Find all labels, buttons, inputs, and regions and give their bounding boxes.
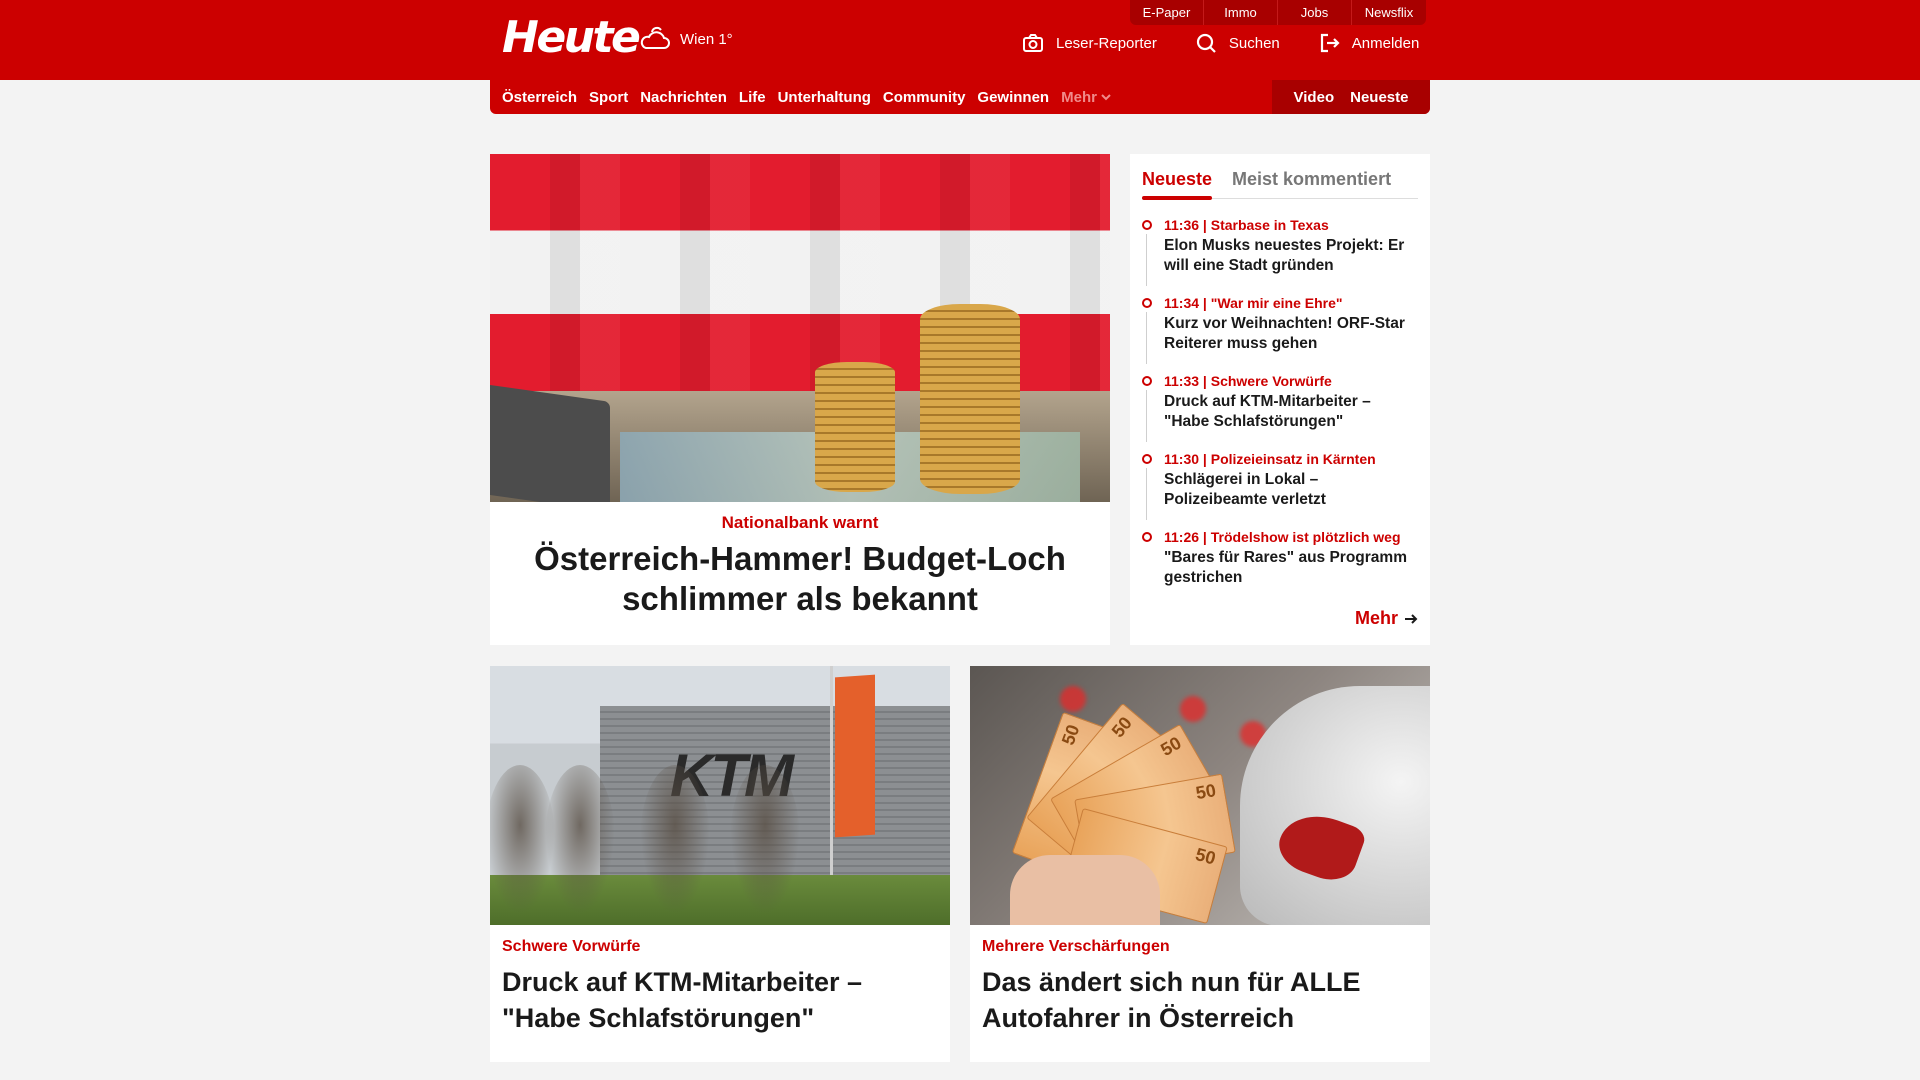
login-icon [1320, 33, 1340, 53]
feed-item-headline[interactable]: Schlägerei in Lokal – Polizeibeamte verl… [1164, 470, 1418, 510]
feed-item[interactable]: 11:30 | Polizeieinsatz in Kärnten Schläg… [1142, 451, 1418, 520]
bare-tree [730, 765, 800, 915]
nav-right-group: Video Neueste [1272, 80, 1430, 114]
topnav-newsflix[interactable]: Newsflix [1352, 0, 1426, 25]
topnav-jobs[interactable]: Jobs [1278, 0, 1352, 25]
nav-item-neueste[interactable]: Neueste [1350, 89, 1408, 106]
top-service-nav: E-Paper Immo Jobs Newsflix [1130, 0, 1426, 25]
header-tools: Leser-Reporter Suchen Anmelden [1022, 32, 1419, 54]
orange-flag [835, 674, 875, 838]
timeline-line [1146, 312, 1147, 364]
nav-more-label: Mehr [1061, 88, 1097, 106]
hand-holding-cash [1010, 855, 1160, 925]
nav-item-sport[interactable]: Sport [589, 89, 628, 106]
banknote-value: 50 [1057, 722, 1084, 748]
card-headline[interactable]: Druck auf KTM-Mitarbeiter – "Habe Schlaf… [502, 964, 938, 1036]
search-label: Suchen [1228, 34, 1280, 52]
feed-item-headline[interactable]: Druck auf KTM-Mitarbeiter – "Habe Schlaf… [1164, 392, 1418, 432]
nav-item-gewinnen[interactable]: Gewinnen [977, 89, 1049, 106]
feed-item-headline[interactable]: Elon Musks neuestes Projekt: Er will ein… [1164, 236, 1418, 276]
tab-neueste[interactable]: Neueste [1142, 169, 1213, 200]
nav-item-community[interactable]: Community [883, 89, 966, 106]
sidebar-more-label: Mehr [1354, 608, 1398, 628]
timeline-line [1146, 468, 1147, 520]
topnav-epaper[interactable]: E-Paper [1130, 0, 1204, 25]
coin-stack-right [920, 304, 1020, 494]
hero-article[interactable]: Nationalbank warnt Österreich-Hammer! Bu… [490, 154, 1110, 645]
bare-tree [545, 765, 615, 915]
nav-item-unterhaltung[interactable]: Unterhaltung [778, 89, 871, 106]
sidebar-tabs: Neueste Meist kommentiert [1142, 154, 1418, 200]
banknote-value: 50 [1157, 732, 1185, 761]
feed-item-meta: 11:34 | "War mir eine Ehre" [1164, 295, 1343, 311]
white-car [1240, 686, 1430, 925]
nav-item-life[interactable]: Life [739, 89, 766, 106]
timeline-dot-icon [1142, 220, 1152, 230]
calculator-shape [490, 382, 610, 502]
weather-cloud-icon [640, 26, 670, 49]
login-label: Anmelden [1351, 34, 1420, 52]
timeline-dot-icon [1142, 376, 1152, 386]
topnav-immo[interactable]: Immo [1204, 0, 1278, 25]
sidebar-more-link[interactable]: Mehr [1355, 608, 1418, 629]
camera-icon [1023, 34, 1043, 52]
nav-item-video[interactable]: Video [1294, 89, 1335, 106]
article-card-autofahrer[interactable]: 50 50 50 50 50 Mehrere Verschärfungen Da… [970, 666, 1430, 1062]
banknote-value: 50 [1194, 780, 1218, 804]
taillight-bokeh [1060, 686, 1086, 712]
timeline-dot-icon [1142, 532, 1152, 542]
ktm-building-image[interactable]: KTM [490, 666, 950, 925]
flag-pole [830, 666, 833, 896]
feed-item-meta: 11:33 | Schwere Vorwürfe [1164, 373, 1332, 389]
site-header: E-Paper Immo Jobs Newsflix Heute Wien 1°… [0, 0, 1920, 80]
weather-label: Wien 1° [680, 30, 733, 48]
coin-stack-left [815, 362, 895, 492]
nav-item-oesterreich[interactable]: Österreich [502, 89, 577, 106]
banknote-value: 50 [1193, 844, 1218, 869]
timeline-line [1146, 390, 1147, 442]
nav-more-dropdown[interactable]: Mehr [1061, 89, 1111, 106]
timeline-dot-icon [1142, 298, 1152, 308]
feed-item-headline[interactable]: Kurz vor Weihnachten! ORF-Star Reiterer … [1164, 314, 1418, 354]
nav-item-nachrichten[interactable]: Nachrichten [640, 89, 727, 106]
search-icon [1196, 33, 1216, 53]
site-logo[interactable]: Heute [502, 14, 641, 62]
latest-news-sidebar: Neueste Meist kommentiert 11:36 | Starba… [1130, 154, 1430, 645]
section-nav: Österreich Sport Nachrichten Life Unterh… [490, 80, 1430, 114]
feed-item-headline[interactable]: "Bares für Rares" aus Programm gestriche… [1164, 548, 1418, 588]
tab-meist-kommentiert[interactable]: Meist kommentiert [1232, 169, 1391, 198]
card-headline[interactable]: Das ändert sich nun für ALLE Autofahrer … [982, 964, 1418, 1036]
login-button[interactable]: Anmelden [1318, 32, 1420, 54]
feed-item[interactable]: 11:26 | Trödelshow ist plötzlich weg "Ba… [1142, 529, 1418, 588]
card-kicker: Mehrere Verschärfungen [982, 938, 1170, 955]
arrow-right-icon [1405, 613, 1418, 624]
hero-kicker: Nationalbank warnt [721, 513, 879, 532]
feed-item-meta: 11:30 | Polizeieinsatz in Kärnten [1164, 451, 1376, 467]
feed-item[interactable]: 11:36 | Starbase in Texas Elon Musks neu… [1142, 217, 1418, 286]
article-card-ktm[interactable]: KTM Schwere Vorwürfe Druck auf KTM-Mitar… [490, 666, 950, 1062]
news-feed: 11:36 | Starbase in Texas Elon Musks neu… [1142, 217, 1418, 588]
hero-image-coins-flag[interactable] [490, 154, 1110, 502]
leser-reporter-label: Leser-Reporter [1056, 34, 1157, 52]
cash-traffic-image[interactable]: 50 50 50 50 50 [970, 666, 1430, 925]
feed-item-meta: 11:26 | Trödelshow ist plötzlich weg [1164, 529, 1401, 545]
hero-headline[interactable]: Österreich-Hammer! Budget-Loch schlimmer… [490, 539, 1110, 619]
bare-tree [640, 765, 710, 915]
banknote-value: 50 [1107, 712, 1136, 742]
search-button[interactable]: Suchen [1195, 32, 1280, 54]
timeline-dot-icon [1142, 454, 1152, 464]
weather-widget[interactable]: Wien 1° [638, 24, 733, 54]
taillight-bokeh [1180, 696, 1206, 722]
chevron-down-icon [1101, 94, 1111, 101]
timeline-line [1146, 234, 1147, 286]
feed-item[interactable]: 11:33 | Schwere Vorwürfe Druck auf KTM-M… [1142, 373, 1418, 442]
feed-item[interactable]: 11:34 | "War mir eine Ehre" Kurz vor Wei… [1142, 295, 1418, 364]
card-kicker: Schwere Vorwürfe [502, 938, 641, 955]
leser-reporter-button[interactable]: Leser-Reporter [1022, 32, 1157, 54]
feed-item-meta: 11:36 | Starbase in Texas [1164, 217, 1329, 233]
